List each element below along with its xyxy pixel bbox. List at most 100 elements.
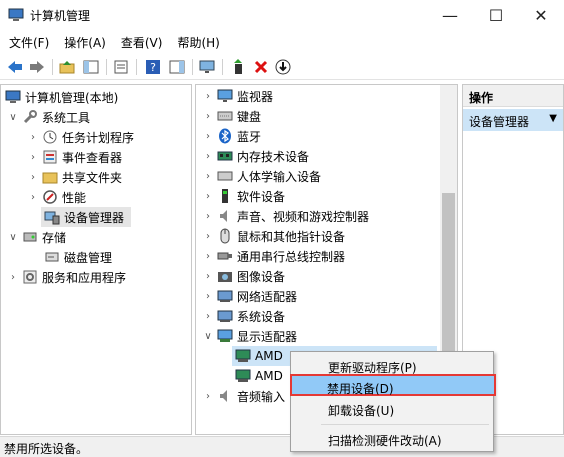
chevron-right-icon[interactable]: ›	[202, 111, 214, 122]
device-label: 图像设备	[237, 269, 286, 284]
tree-system-tools[interactable]: ∨ 系统工具	[7, 107, 90, 127]
device-category-software[interactable]: › 软件设备	[202, 186, 285, 206]
menu-uninstall-device[interactable]: 卸载设备(U)	[293, 398, 491, 420]
device-category-usb[interactable]: › 通用串行总线控制器	[202, 246, 345, 266]
device-label: 蓝牙	[237, 129, 262, 144]
menu-file[interactable]: 文件(F)	[3, 34, 55, 51]
device-label: 显示适配器	[237, 329, 298, 344]
enable-device-icon[interactable]	[274, 58, 292, 76]
performance-icon	[42, 189, 58, 205]
tree-root[interactable]: 计算机管理(本地)	[3, 87, 118, 107]
chevron-right-icon[interactable]: ›	[7, 272, 19, 283]
bluetooth-icon	[217, 128, 233, 144]
chevron-right-icon[interactable]: ›	[27, 152, 39, 163]
disk-icon	[44, 249, 60, 265]
menu-help[interactable]: 帮助(H)	[171, 34, 225, 51]
display-adapter-icon	[235, 348, 251, 364]
device-category-mice[interactable]: › 鼠标和其他指针设备	[202, 226, 345, 246]
device-category-display[interactable]: ∨ 显示适配器	[202, 326, 297, 346]
chevron-right-icon[interactable]: ›	[202, 391, 214, 402]
chevron-right-icon[interactable]: ›	[202, 151, 214, 162]
chevron-right-icon[interactable]: ›	[27, 192, 39, 203]
camera-icon	[217, 268, 233, 284]
computer-management-icon	[8, 8, 24, 22]
device-amd-2[interactable]: AMD	[232, 366, 283, 386]
back-icon[interactable]	[6, 58, 24, 76]
device-category-memory-tech[interactable]: › 内存技术设备	[202, 146, 309, 166]
tree-device-manager[interactable]: 设备管理器	[41, 207, 131, 227]
display-adapter-icon	[235, 368, 251, 384]
uninstall-icon[interactable]	[252, 58, 270, 76]
device-category-monitors[interactable]: › 监视器	[202, 86, 273, 106]
monitor-icon[interactable]	[198, 58, 216, 76]
device-category-sound[interactable]: › 声音、视频和游戏控制器	[202, 206, 369, 226]
chevron-right-icon[interactable]: ›	[27, 132, 39, 143]
mouse-icon	[217, 228, 233, 244]
chevron-right-icon[interactable]: ›	[27, 172, 39, 183]
actions-device-manager[interactable]: 设备管理器 ▼	[463, 109, 563, 131]
help-icon[interactable]: ?	[144, 58, 162, 76]
chevron-right-icon[interactable]: ›	[202, 191, 214, 202]
speaker-icon	[217, 388, 233, 404]
chevron-right-icon[interactable]: ›	[202, 291, 214, 302]
maximize-button[interactable]: ☐	[473, 0, 519, 30]
device-manager-icon	[44, 209, 60, 225]
menu-disable-device[interactable]: 禁用设备(D)	[290, 374, 496, 396]
chevron-down-icon[interactable]: ∨	[202, 331, 214, 342]
tree-event-viewer[interactable]: › 事件查看器	[27, 147, 122, 167]
hid-icon	[217, 168, 233, 184]
properties-icon[interactable]	[112, 58, 130, 76]
chevron-right-icon[interactable]: ›	[202, 311, 214, 322]
device-label: AMD	[255, 369, 283, 383]
device-label: 监视器	[237, 89, 274, 104]
chevron-right-icon[interactable]: ›	[202, 251, 214, 262]
tree-storage[interactable]: ∨ 存储	[7, 227, 66, 247]
update-driver-icon[interactable]	[230, 58, 248, 76]
menu-scan-hardware[interactable]: 扫描检测硬件改动(A)	[293, 428, 491, 450]
tree-label: 性能	[62, 190, 87, 205]
tree-services-apps[interactable]: › 服务和应用程序	[7, 267, 126, 287]
chevron-right-icon[interactable]: ›	[202, 271, 214, 282]
device-category-bluetooth[interactable]: › 蓝牙	[202, 126, 261, 146]
minimize-button[interactable]: —	[427, 0, 473, 30]
menu-view[interactable]: 查看(V)	[115, 34, 169, 51]
menu-action[interactable]: 操作(A)	[58, 34, 112, 51]
tree-performance[interactable]: › 性能	[27, 187, 86, 207]
device-category-network[interactable]: › 网络适配器	[202, 286, 297, 306]
device-category-keyboards[interactable]: › 键盘	[202, 106, 261, 126]
actions-header: 操作	[463, 85, 563, 107]
device-label: 音频输入	[237, 389, 286, 404]
device-category-hid[interactable]: › 人体学输入设备	[202, 166, 321, 186]
tree-disk-management[interactable]: 磁盘管理	[41, 247, 112, 267]
chevron-right-icon[interactable]: ›	[202, 231, 214, 242]
chevron-down-icon[interactable]: ∨	[7, 232, 19, 243]
shared-folder-icon	[42, 169, 58, 185]
navigation-tree: 计算机管理(本地) ∨ 系统工具 › 任务计划程序 › 事件查看器 › 共享文件…	[0, 84, 192, 435]
caret-down-icon[interactable]: ▼	[549, 113, 557, 124]
device-category-imaging[interactable]: › 图像设备	[202, 266, 285, 286]
menu-separator	[321, 424, 489, 425]
device-category-system[interactable]: › 系统设备	[202, 306, 285, 326]
tree-label: 计算机管理(本地)	[25, 90, 119, 105]
device-label: 系统设备	[237, 309, 286, 324]
show-hide-action-pane-icon[interactable]	[168, 58, 186, 76]
chevron-right-icon[interactable]: ›	[202, 91, 214, 102]
device-label: AMD	[255, 349, 283, 363]
tree-label: 服务和应用程序	[42, 270, 127, 285]
svg-text:?: ?	[150, 61, 156, 74]
system-device-icon	[217, 308, 233, 324]
up-folder-icon[interactable]	[58, 58, 76, 76]
close-button[interactable]: ✕	[518, 0, 564, 30]
tree-shared-folders[interactable]: › 共享文件夹	[27, 167, 122, 187]
device-label: 键盘	[237, 109, 262, 124]
chevron-right-icon[interactable]: ›	[202, 211, 214, 222]
storage-icon	[22, 229, 38, 245]
forward-icon[interactable]	[28, 58, 46, 76]
chevron-right-icon[interactable]: ›	[202, 131, 214, 142]
chevron-down-icon[interactable]: ∨	[7, 112, 19, 123]
tree-task-scheduler[interactable]: › 任务计划程序	[27, 127, 134, 147]
show-hide-tree-icon[interactable]	[82, 58, 100, 76]
computer-icon	[5, 89, 21, 105]
chevron-right-icon[interactable]: ›	[202, 171, 214, 182]
device-category-audio-io[interactable]: › 音频输入	[202, 386, 285, 406]
